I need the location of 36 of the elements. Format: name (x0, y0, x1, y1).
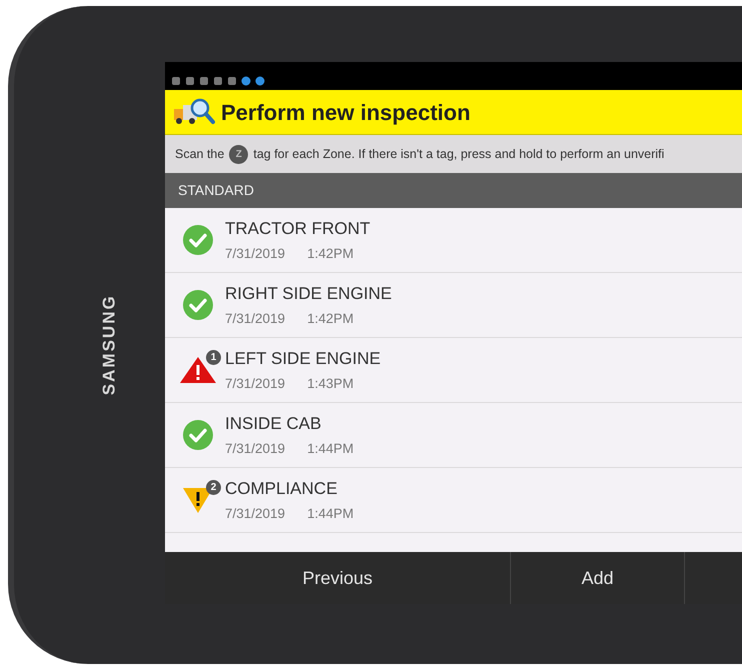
zone-date: 7/31/2019 (225, 440, 286, 458)
check-circle-icon (183, 420, 213, 450)
brand-logo: SAMSUNG (98, 294, 120, 396)
zone-name: TRACTOR FRONT (225, 218, 370, 240)
truck-magnifier-icon (173, 97, 215, 127)
zone-time: 1:43PM (307, 375, 354, 394)
zone-row[interactable]: INSIDE CAB 7/31/2019 1:44PM (165, 403, 742, 468)
page-title: Perform new inspection (221, 98, 470, 127)
circle-icon (255, 76, 265, 86)
zone-row[interactable]: RIGHT SIDE ENGINE 7/31/2019 1:42PM (165, 273, 742, 338)
zone-row[interactable]: 2 COMPLIANCE 7/31/2019 1:44PM (165, 468, 742, 533)
zone-tag-icon: Z (229, 144, 248, 164)
count-badge: 1 (206, 350, 221, 365)
zone-date: 7/31/2019 (225, 375, 286, 394)
check-circle-icon (183, 225, 213, 255)
zone-date: 7/31/2019 (225, 245, 286, 264)
zone-date: 7/31/2019 (225, 505, 286, 524)
circle-icon (241, 76, 251, 86)
zone-time: 1:44PM (307, 440, 354, 458)
zone-time: 1:42PM (307, 310, 354, 328)
zone-row[interactable]: 1 LEFT SIDE ENGINE 7/31/2019 1:43PM (165, 338, 742, 403)
instruction-text: tag for each Zone. If there isn't a tag, press and hold to perform an unverifi (253, 146, 664, 163)
check-circle-icon (183, 290, 213, 320)
footer-button[interactable]: Previous (165, 552, 511, 604)
zone-name: COMPLIANCE (225, 478, 338, 500)
footer-button[interactable]: Add (511, 552, 685, 604)
zone-time: 1:44PM (307, 505, 354, 524)
zone-row[interactable]: TRACTOR FRONT 7/31/2019 1:42PM (165, 208, 742, 273)
zone-time: 1:42PM (307, 245, 354, 264)
zone-name: INSIDE CAB (225, 412, 322, 435)
instruction-text: Scan the (175, 146, 224, 163)
zone-name: LEFT SIDE ENGINE (225, 348, 381, 370)
zone-date: 7/31/2019 (225, 310, 286, 328)
zone-name: RIGHT SIDE ENGINE (225, 282, 392, 305)
count-badge: 2 (206, 480, 221, 495)
section-title: STANDARD (178, 181, 254, 200)
